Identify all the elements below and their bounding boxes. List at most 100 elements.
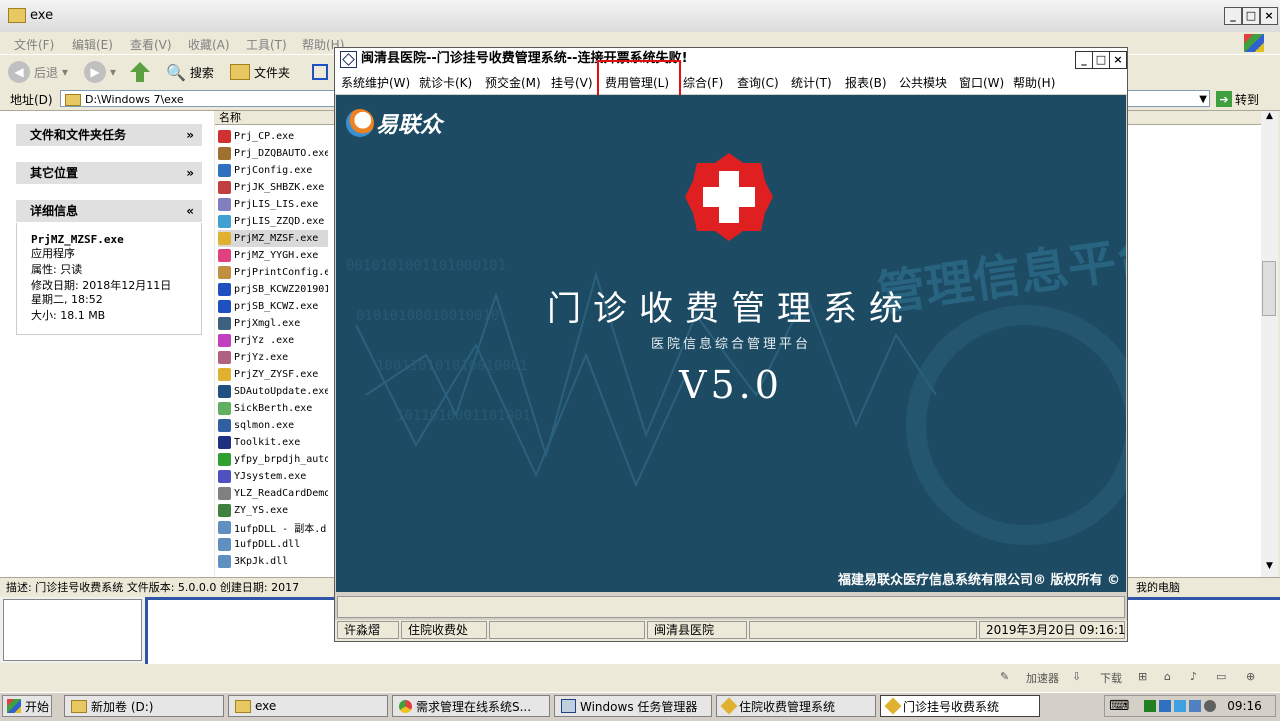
scroll-thumb[interactable]: [1262, 261, 1276, 316]
minimize-button[interactable]: _: [1224, 7, 1242, 25]
accelerator-icon[interactable]: ✎: [1000, 670, 1009, 683]
scroll-up-icon[interactable]: ▲: [1261, 111, 1278, 127]
menu-edit[interactable]: 编辑(E): [72, 36, 113, 53]
tray-app-icon[interactable]: [1189, 700, 1202, 712]
file-list-item[interactable]: 1ufpDLL - 副本.d: [218, 519, 328, 536]
views-button[interactable]: [312, 61, 328, 83]
task-file-and-folder[interactable]: 文件和文件夹任务 »: [16, 124, 202, 146]
file-list-item[interactable]: PrjYz .exe: [218, 332, 328, 349]
details-type: 应用程序: [31, 247, 75, 260]
taskbar-item-chrome[interactable]: 需求管理在线系统S...: [392, 695, 550, 717]
maximize-button[interactable]: □: [1092, 51, 1110, 69]
menu-statistics[interactable]: 统计(T): [791, 74, 832, 91]
file-list-item[interactable]: prjSB_KCWZ.exe: [218, 298, 328, 315]
accelerator-label[interactable]: 加速器: [1026, 670, 1059, 686]
file-list-item[interactable]: PrjMZ_YYGH.exe: [218, 247, 328, 264]
maximize-button[interactable]: □: [1242, 7, 1260, 25]
file-list-item[interactable]: PrjMZ_MZSF.exe: [218, 230, 328, 247]
details-attribute: 属性: 只读: [31, 263, 83, 276]
forward-button[interactable]: ▶ ▾: [84, 61, 116, 83]
file-name: PrjXmgl.exe: [234, 318, 301, 329]
menu-tools[interactable]: 工具(T): [246, 36, 287, 53]
network-icon[interactable]: [1159, 700, 1172, 712]
file-list-item[interactable]: sqlmon.exe: [218, 417, 328, 434]
file-list-item[interactable]: PrjJK_SHBZK.exe: [218, 179, 328, 196]
start-button[interactable]: 开始: [2, 695, 52, 717]
taskbar-item-inpatient[interactable]: 住院收费管理系统: [716, 695, 876, 717]
menu-window[interactable]: 窗口(W): [959, 74, 1004, 91]
tray-app-icon[interactable]: [1204, 700, 1217, 712]
file-list-item[interactable]: PrjLIS_ZZQD.exe: [218, 213, 328, 230]
zoom-icon[interactable]: ⊕: [1246, 670, 1255, 683]
task-head-label: 详细信息: [30, 204, 79, 218]
chevron-up-icon[interactable]: «: [186, 200, 194, 222]
vertical-scrollbar[interactable]: ▲ ▼: [1261, 111, 1278, 577]
file-list-item[interactable]: Prj_DZQBAUTO.exe: [218, 145, 328, 162]
file-list-item[interactable]: SickBerth.exe: [218, 400, 328, 417]
add-icon[interactable]: ⊞: [1138, 670, 1147, 683]
file-list-item[interactable]: Toolkit.exe: [218, 434, 328, 451]
menu-public-module[interactable]: 公共模块: [899, 74, 947, 91]
dropdown-arrow-icon[interactable]: ▼: [1199, 91, 1207, 108]
window-icon[interactable]: ▭: [1216, 670, 1226, 683]
file-list-item[interactable]: PrjConfig.exe: [218, 162, 328, 179]
chevron-down-icon[interactable]: »: [186, 124, 194, 146]
home-icon[interactable]: ⌂: [1164, 670, 1171, 683]
search-button[interactable]: 🔍 搜索: [166, 61, 214, 83]
scroll-down-icon[interactable]: ▼: [1261, 561, 1278, 577]
menu-registration[interactable]: 挂号(V): [551, 74, 593, 91]
menu-help[interactable]: 帮助(H): [1013, 74, 1055, 91]
file-list-item[interactable]: YLZ_ReadCardDemo: [218, 485, 328, 502]
download-icon[interactable]: ⇩: [1072, 670, 1081, 683]
download-label[interactable]: 下载: [1100, 670, 1122, 686]
taskbar-item-exe[interactable]: exe: [228, 695, 388, 717]
file-list-item[interactable]: Prj_CP.exe: [218, 128, 328, 145]
menu-comprehensive[interactable]: 综合(F): [683, 74, 723, 91]
file-list-item[interactable]: PrjLIS_LIS.exe: [218, 196, 328, 213]
folders-button[interactable]: 文件夹: [230, 61, 290, 83]
menu-visit-card[interactable]: 就诊卡(K): [419, 74, 472, 91]
volume-icon[interactable]: ♪: [1190, 670, 1197, 683]
tray-app-icon[interactable]: [1144, 700, 1157, 712]
file-list-item[interactable]: PrjYz.exe: [218, 349, 328, 366]
start-label: 开始: [25, 699, 50, 714]
taskbar-item-outpatient[interactable]: 门诊挂号收费系统: [880, 695, 1040, 717]
task-other-places[interactable]: 其它位置 »: [16, 162, 202, 184]
menu-system-maintenance[interactable]: 系统维护(W): [341, 74, 410, 91]
menu-query[interactable]: 查询(C): [737, 74, 779, 91]
close-button[interactable]: ×: [1109, 51, 1127, 69]
keyboard-icon[interactable]: ⌨: [1109, 698, 1129, 714]
close-button[interactable]: ×: [1260, 7, 1278, 25]
splash-version: V5.0: [679, 363, 783, 407]
file-list-item[interactable]: ZY_YS.exe: [218, 502, 328, 519]
file-list-item[interactable]: prjSB_KCWZ201901: [218, 281, 328, 298]
file-list-item[interactable]: YJsystem.exe: [218, 468, 328, 485]
file-name: PrjMZ_MZSF.exe: [234, 233, 319, 244]
menu-file[interactable]: 文件(F): [14, 36, 54, 53]
file-list-item[interactable]: SDAutoUpdate.exe: [218, 383, 328, 400]
menu-favorites[interactable]: 收藏(A): [188, 36, 230, 53]
taskbar-item-task-manager[interactable]: Windows 任务管理器: [554, 695, 712, 717]
taskbar-item-label: exe: [255, 699, 277, 713]
file-list-item[interactable]: PrjPrintConfig.exe: [218, 264, 328, 281]
taskbar-item-drive[interactable]: 新加卷 (D:): [64, 695, 224, 717]
status-hospital: 闽清县医院: [647, 621, 747, 639]
menu-reports[interactable]: 报表(B): [845, 74, 887, 91]
task-details[interactable]: 详细信息 «: [16, 200, 202, 222]
file-list-item[interactable]: PrjXmgl.exe: [218, 315, 328, 332]
file-list-item[interactable]: 1ufpDLL.dll: [218, 536, 328, 553]
up-folder-button[interactable]: [130, 61, 150, 83]
minimize-button[interactable]: _: [1075, 51, 1093, 69]
back-button[interactable]: ◀ 后退 ▾: [8, 61, 68, 83]
goto-button[interactable]: ➔ 转到: [1216, 90, 1259, 108]
clock[interactable]: 09:16: [1227, 699, 1262, 713]
tray-app-icon[interactable]: [1174, 700, 1187, 712]
system-tray: ⌨ 09:16: [1104, 695, 1276, 717]
taskbar-item-label: 住院收费管理系统: [739, 699, 836, 714]
menu-view[interactable]: 查看(V): [130, 36, 172, 53]
chevron-down-icon[interactable]: »: [186, 162, 194, 184]
file-list-item[interactable]: PrjZY_ZYSF.exe: [218, 366, 328, 383]
menu-prepayment[interactable]: 预交金(M): [485, 74, 541, 91]
file-list-item[interactable]: 3KpJk.dll: [218, 553, 328, 570]
file-list-item[interactable]: yfpy_brpdjh_auto: [218, 451, 328, 468]
